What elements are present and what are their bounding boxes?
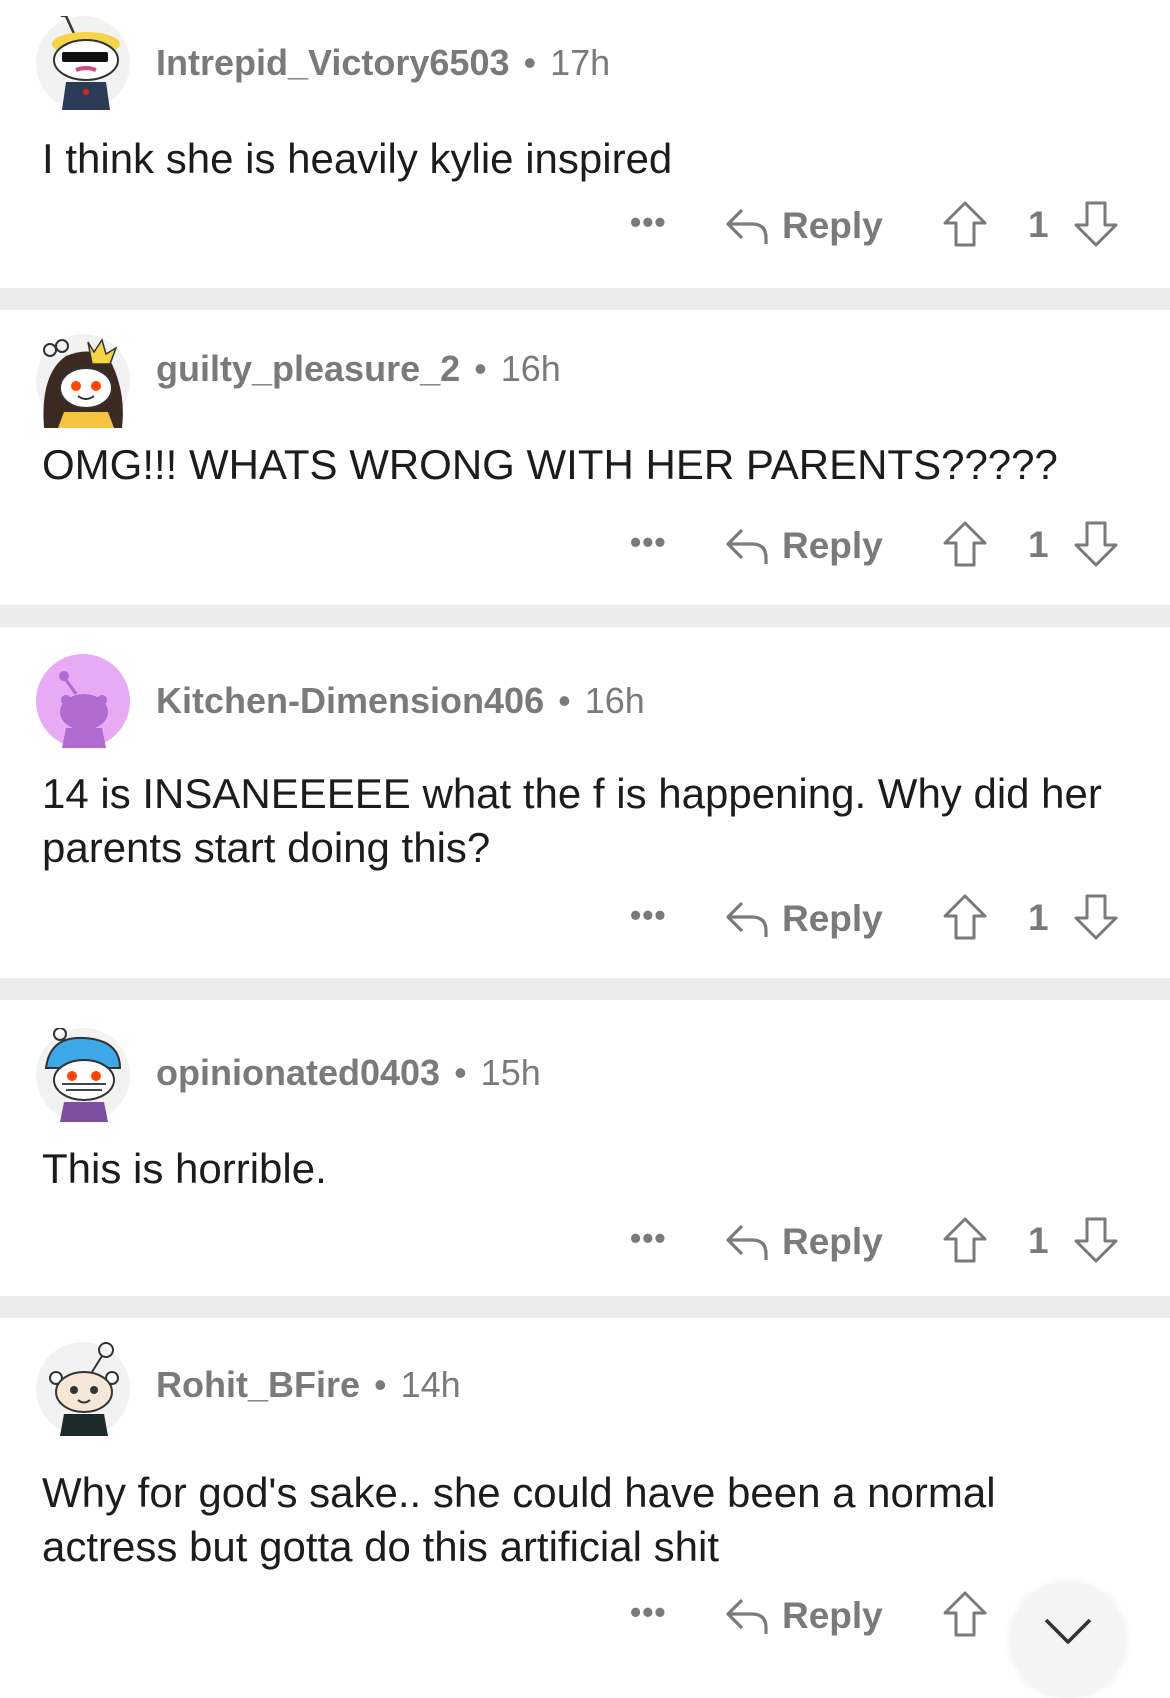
reply-label: Reply — [782, 1595, 883, 1636]
meta-separator: • — [374, 1364, 387, 1405]
comment-body: This is horrible. — [42, 1145, 327, 1192]
comment-actions: ••• Reply 1 — [620, 889, 1140, 949]
comment-body: OMG!!! WHATS WRONG WITH HER PARENTS????? — [42, 441, 1058, 488]
comment-age: 16h — [500, 348, 561, 389]
reply-button[interactable]: Reply — [724, 893, 883, 945]
comment-divider — [0, 978, 1170, 1000]
upvote-arrow-icon[interactable] — [942, 1216, 988, 1264]
reply-arrow-icon — [726, 901, 768, 937]
comment-age: 14h — [400, 1364, 461, 1405]
comment-body: Why for god's sake.. she could have been… — [42, 1469, 996, 1570]
comment-divider — [0, 1296, 1170, 1318]
reply-arrow-icon — [726, 528, 768, 564]
snoo-crown-avatar-icon — [36, 334, 130, 428]
more-options-button[interactable]: ••• — [630, 899, 667, 931]
comment: Kitchen-Dimension406 • 16h 14 is INSANEE… — [0, 627, 1170, 973]
downvote-arrow-icon[interactable] — [1073, 893, 1119, 941]
more-options-button[interactable]: ••• — [630, 206, 667, 238]
comment-feed: Intrepid_Victory6503 • 17h I think she i… — [0, 0, 1170, 1698]
reply-label: Reply — [782, 205, 883, 246]
upvote-arrow-icon[interactable] — [942, 1590, 988, 1638]
username[interactable]: guilty_pleasure_2 — [156, 348, 460, 390]
upvote-arrow-icon[interactable] — [942, 893, 988, 941]
user-avatar[interactable] — [36, 1028, 130, 1122]
vote-count: 1 — [1028, 524, 1049, 565]
comment-age: 17h — [550, 42, 611, 83]
more-options-button[interactable]: ••• — [630, 1222, 667, 1254]
username[interactable]: Rohit_BFire — [156, 1364, 360, 1406]
meta-separator: • — [558, 680, 571, 721]
meta-separator: • — [454, 1052, 467, 1093]
reply-button[interactable]: Reply — [724, 520, 883, 572]
vote-count: 1 — [1028, 897, 1049, 938]
reply-label: Reply — [782, 898, 883, 939]
scroll-down-button[interactable] — [1010, 1582, 1126, 1698]
reply-arrow-icon — [726, 1598, 768, 1634]
downvote-arrow-icon[interactable] — [1073, 520, 1119, 568]
comment-age: 15h — [480, 1052, 541, 1093]
comment-meta: Kitchen-Dimension406 • 16h — [156, 679, 645, 723]
comment-actions: ••• Reply 1 — [620, 516, 1140, 576]
user-avatar[interactable] — [36, 654, 130, 748]
comment: guilty_pleasure_2 • 16h OMG!!! WHATS WRO… — [0, 310, 1170, 600]
downvote-arrow-icon[interactable] — [1073, 200, 1119, 248]
username[interactable]: opinionated0403 — [156, 1052, 440, 1094]
username[interactable]: Kitchen-Dimension406 — [156, 680, 544, 722]
downvote-arrow-icon[interactable] — [1073, 1216, 1119, 1264]
reply-arrow-icon — [726, 208, 768, 244]
comment-meta: Rohit_BFire • 14h — [156, 1363, 461, 1407]
snoo-sunglasses-avatar-icon — [36, 16, 130, 110]
more-options-button[interactable]: ••• — [630, 526, 667, 558]
comment: opinionated0403 • 15h This is horrible. … — [0, 1000, 1170, 1290]
snoo-helmet-avatar-icon — [36, 1028, 130, 1122]
reply-label: Reply — [782, 1221, 883, 1262]
comment-actions: ••• Reply 1 — [620, 1212, 1140, 1272]
comment-meta: opinionated0403 • 15h — [156, 1051, 541, 1095]
reply-button[interactable]: Reply — [724, 1216, 883, 1268]
vote-count: 1 — [1028, 204, 1049, 245]
comment: Intrepid_Victory6503 • 17h I think she i… — [0, 0, 1170, 274]
reply-button[interactable]: Reply — [724, 1590, 883, 1642]
user-avatar[interactable] — [36, 16, 130, 110]
snoo-default-avatar-icon — [36, 654, 130, 748]
username[interactable]: Intrepid_Victory6503 — [156, 42, 510, 84]
more-options-button[interactable]: ••• — [630, 1596, 667, 1628]
upvote-arrow-icon[interactable] — [942, 200, 988, 248]
vote-count: 1 — [1028, 1220, 1049, 1261]
comment-age: 16h — [584, 680, 645, 721]
comment-meta: guilty_pleasure_2 • 16h — [156, 347, 561, 391]
user-avatar[interactable] — [36, 334, 130, 428]
reply-arrow-icon — [726, 1224, 768, 1260]
comment-divider — [0, 605, 1170, 627]
user-avatar[interactable] — [36, 1342, 130, 1436]
comment-actions: ••• Reply 1 — [620, 196, 1140, 256]
comment-body: I think she is heavily kylie inspired — [42, 135, 673, 182]
comment-meta: Intrepid_Victory6503 • 17h — [156, 41, 610, 85]
comment: Rohit_BFire • 14h Why for god's sake.. s… — [0, 1318, 1170, 1642]
upvote-arrow-icon[interactable] — [942, 520, 988, 568]
reply-button[interactable]: Reply — [724, 200, 883, 252]
snoo-basic-avatar-icon — [36, 1342, 130, 1436]
meta-separator: • — [523, 42, 537, 83]
meta-separator: • — [474, 348, 487, 389]
reply-label: Reply — [782, 525, 883, 566]
comment-body: 14 is INSANEEEEE what the f is happening… — [42, 770, 1102, 871]
comment-divider — [0, 288, 1170, 310]
